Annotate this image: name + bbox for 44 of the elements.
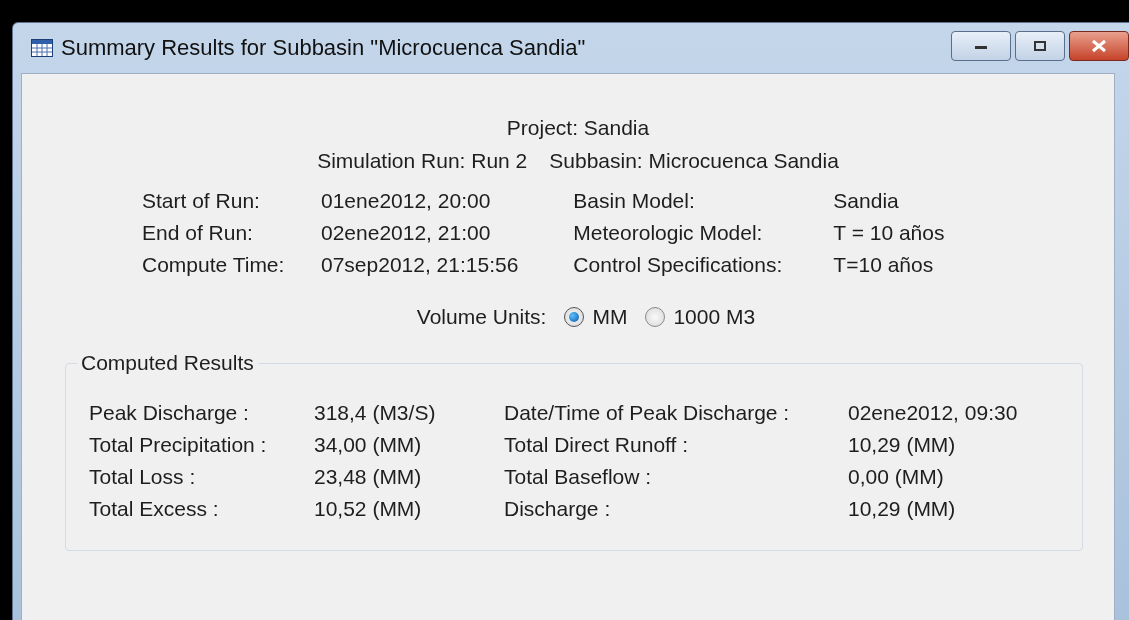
info-value: T=10 años [833,253,935,277]
close-button[interactable] [1069,31,1129,61]
result-label: Total Direct Runoff : [504,433,690,457]
radio-button[interactable] [564,307,585,327]
info-label: Control Specifications: [573,253,784,277]
info-value: 01ene2012, 20:00 [321,189,492,213]
info-value: 07sep2012, 21:15:56 [321,253,519,277]
result-label: Discharge : [504,497,612,521]
result-value: 10,29 (MM) [848,433,957,457]
info-label: Start of Run: [142,189,261,213]
subbasin-text: Subbasin: Microcuenca Sandia [549,149,839,174]
result-value: 10,52 (MM) [314,497,423,521]
info-label: Meteorologic Model: [573,221,764,245]
result-value: 34,00 (MM) [314,433,423,457]
result-label: Peak Discharge : [89,401,250,425]
simulation-run-text: Simulation Run: Run 2 [317,149,528,174]
result-value: 10,29 (MM) [848,497,957,521]
info-label: Compute Time: [142,253,286,277]
volume-units-label: Volume Units: [416,305,547,329]
minimize-button[interactable] [951,31,1011,61]
info-value: 02ene2012, 21:00 [321,221,492,245]
result-value: 02ene2012, 09:30 [848,401,1018,425]
info-value: T = 10 años [833,221,945,245]
unit-radio-option[interactable]: 1000 M3 [645,305,756,329]
group-title: Computed Results [80,351,255,375]
table-icon [31,39,53,57]
window-title: Summary Results for Subbasin "Microcuenca Sandia" [61,35,587,61]
result-label: Total Excess : [89,497,220,521]
info-value: Sandia [833,189,900,213]
unit-radio-option[interactable]: MM [564,305,628,329]
result-label: Total Precipitation : [89,433,268,457]
result-value: 0,00 (MM) [848,465,945,489]
info-label: End of Run: [142,221,254,245]
result-label: Total Loss : [89,465,197,489]
info-label: Basin Model: [573,189,696,213]
maximize-icon [1032,39,1048,53]
maximize-button[interactable] [1015,31,1065,61]
project-text: Project: Sandia [505,116,651,141]
result-label: Date/Time of Peak Discharge : [504,401,791,425]
radio-button[interactable] [645,307,666,327]
result-value: 318,4 (M3/S) [314,401,437,425]
close-icon [1090,39,1108,53]
result-label: Total Baseflow : [504,465,653,489]
result-value: 23,48 (MM) [314,465,423,489]
